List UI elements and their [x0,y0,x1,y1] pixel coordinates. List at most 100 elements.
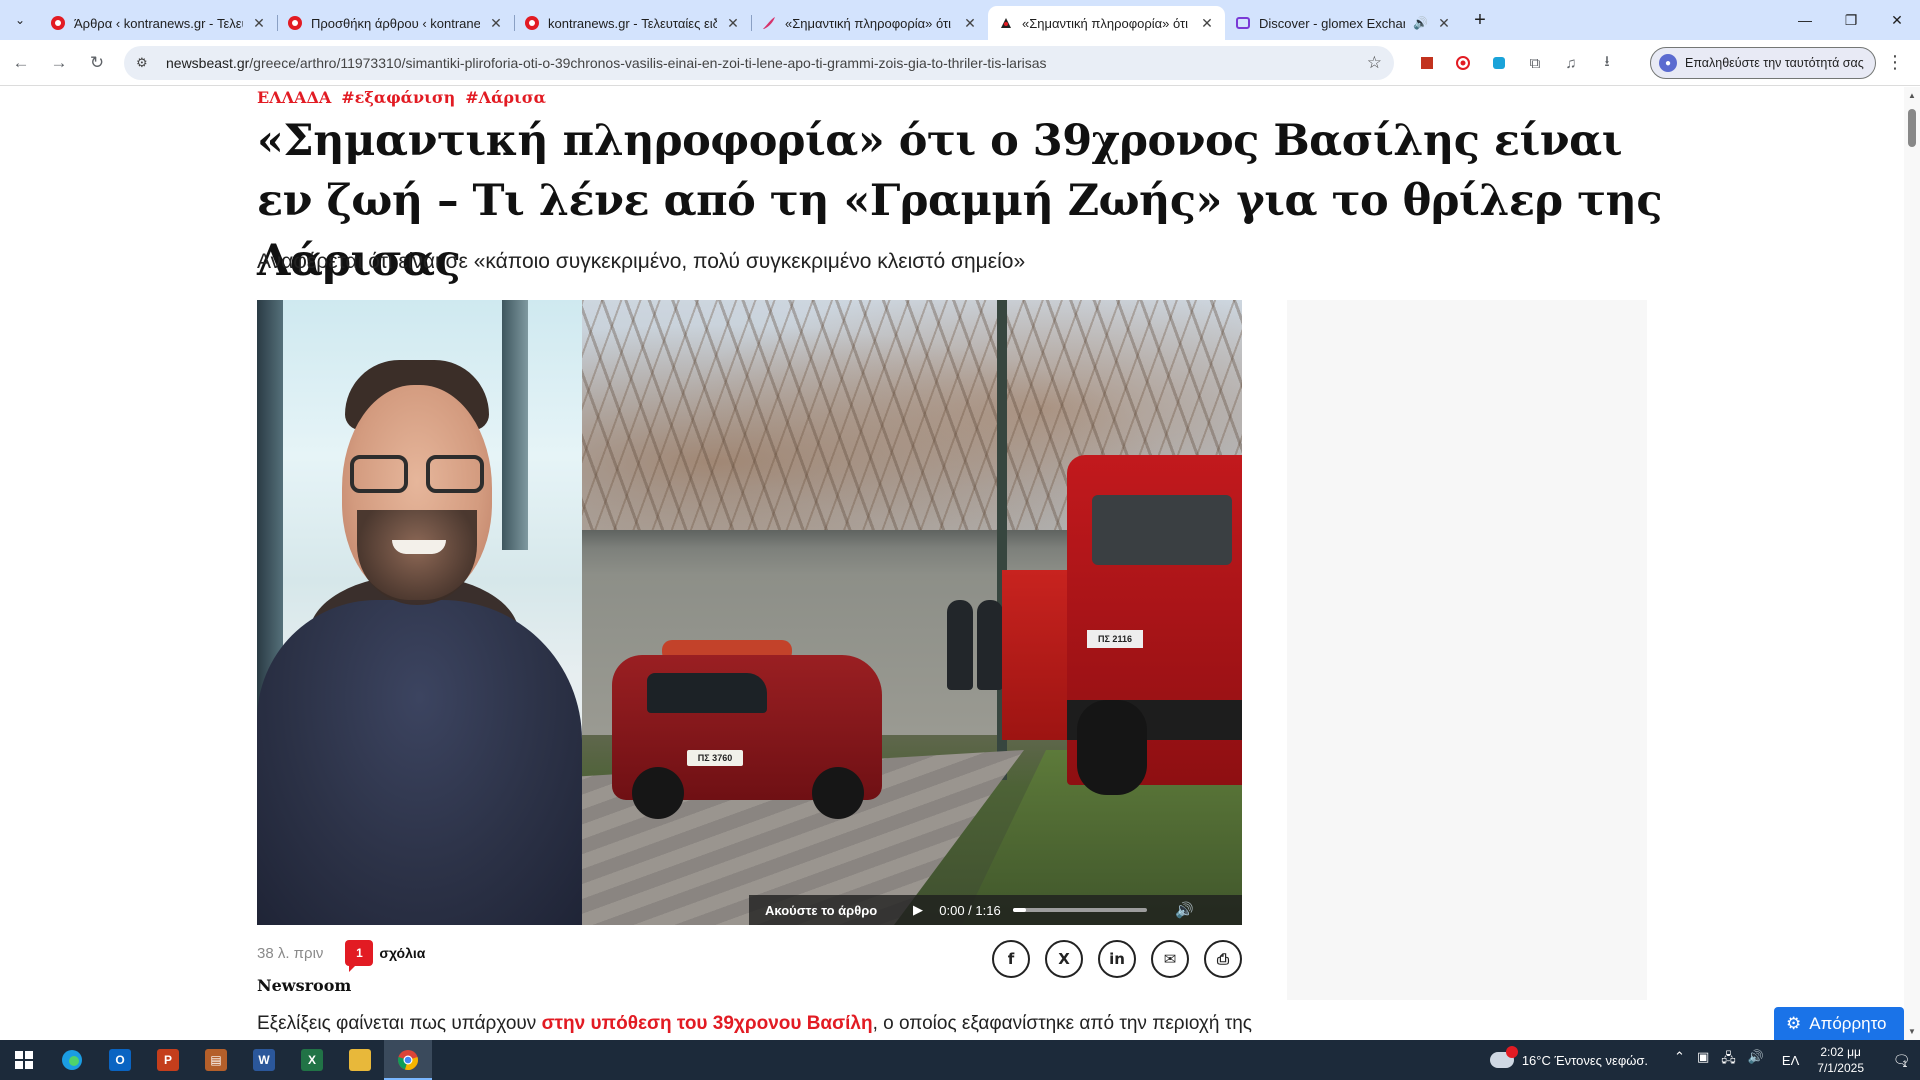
back-button[interactable]: ← [4,46,38,80]
puzzle-icon[interactable]: ⧉ [1520,48,1550,78]
tab-title: Άρθρα ‹ kontranews.gr - Τελευταίες [74,15,243,31]
fire-pickup: ΠΣ 3760 [612,655,882,819]
article-author[interactable]: Newsroom [257,976,351,995]
page-scrollbar[interactable]: ▲ ▼ [1904,87,1920,1040]
audio-label: Ακούστε το άρθρο [765,902,878,918]
close-icon[interactable]: ✕ [725,15,741,32]
reload-button[interactable]: ↻ [80,46,114,80]
tab-1[interactable]: Προσθήκη άρθρου ‹ kontranews.gr ✕ [277,6,514,40]
tab-5[interactable]: Discover - glomex Exchange 🔊 ✕ [1225,6,1462,40]
tab-title: «Σημαντική πληροφορία» ότι ο 39χρονος [1022,15,1191,31]
powerpoint-app[interactable]: P [144,1040,192,1080]
volume-icon[interactable]: 🔊 [1748,1049,1764,1071]
truck-plate: ΠΣ 2116 [1087,630,1143,648]
url-text[interactable]: newsbeast.gr/greece/arthro/11973310/sima… [154,55,1367,71]
comments-link[interactable]: σχόλια [379,945,425,961]
email-icon[interactable]: ✉ [1151,940,1189,978]
address-bar[interactable]: ⚙ newsbeast.gr/greece/arthro/11973310/si… [124,46,1394,80]
close-icon[interactable]: ✕ [962,15,978,32]
chrome-app[interactable] [384,1040,432,1080]
start-button[interactable] [0,1040,48,1080]
chevron-up-icon[interactable]: ⌃ [1674,1049,1685,1071]
restore-button[interactable]: ❐ [1828,0,1874,40]
language-indicator[interactable]: ΕΛ [1782,1053,1799,1068]
edge-app[interactable] [48,1040,96,1080]
bookmark-star-icon[interactable]: ☆ [1367,53,1382,73]
cloud-icon [1489,1046,1518,1068]
scroll-up-icon[interactable]: ▲ [1908,91,1916,100]
tab-4[interactable]: «Σημαντική πληροφορία» ότι ο 39χρονος ✕ [988,6,1225,40]
page-viewport: ΕΛΛΑΔΑ #εξαφάνιση #Λάρισα «Σημαντική πλη… [0,87,1904,1040]
minimize-icon: — [1798,12,1812,28]
pickup-plate: ΠΣ 3760 [687,750,743,766]
audio-progress-bar[interactable] [1013,908,1147,912]
tab-3[interactable]: «Σημαντική πληροφορία» ότι ο 39χρονος ✕ [751,6,988,40]
verify-identity-button[interactable]: ● Επαληθεύστε την ταυτότητά σας [1650,47,1876,79]
outlook-icon: O [109,1049,131,1071]
scrollbar-thumb[interactable] [1908,109,1916,147]
comments-count-badge[interactable]: 1 [345,940,374,972]
facebook-icon[interactable]: f [992,940,1030,978]
volume-icon[interactable]: 🔊 [1175,901,1194,919]
meet-icon[interactable]: ▣ [1697,1049,1709,1071]
window-controls: — ❐ ✕ [1782,0,1920,40]
file-explorer-app[interactable] [336,1040,384,1080]
powerpoint-icon: P [157,1049,179,1071]
x-twitter-icon[interactable]: X [1045,940,1083,978]
book-icon: ▤ [205,1049,227,1071]
url-domain: newsbeast.gr [166,55,250,71]
excel-app[interactable]: X [288,1040,336,1080]
tag-link[interactable]: #εξαφάνιση [341,88,455,107]
restore-icon: ❐ [1844,11,1858,28]
weather-widget[interactable]: 16°C Έντονες νεφώσ. [1489,1046,1648,1068]
close-window-button[interactable]: ✕ [1874,0,1920,40]
new-tab-button[interactable]: + [1466,6,1494,34]
tab-title: «Σημαντική πληροφορία» ότι ο 39χρονος [785,15,954,31]
close-icon[interactable]: ✕ [1436,15,1452,32]
share-buttons: f X in ✉ ⎙ [992,940,1242,978]
word-app[interactable]: W [240,1040,288,1080]
privacy-button[interactable]: ⚙ Απόρρητο [1774,1007,1904,1040]
ad-placeholder [1287,300,1647,1000]
tab-0[interactable]: Άρθρα ‹ kontranews.gr - Τελευταίες ✕ [40,6,277,40]
folder-icon [349,1049,371,1071]
book-app[interactable]: ▤ [192,1040,240,1080]
outlook-app[interactable]: O [96,1040,144,1080]
network-icon[interactable]: 🖧 [1721,1049,1736,1071]
minimize-button[interactable]: — [1782,0,1828,40]
privacy-label: Απόρρητο [1809,1013,1887,1033]
media-control-icon[interactable]: ♫ [1556,48,1586,78]
profile-icon: ● [1659,54,1677,72]
tab-search-button[interactable]: ⌄ [8,8,32,32]
forward-button[interactable]: → [42,46,76,80]
browser-toolbar: ← → ↻ ⚙ newsbeast.gr/greece/arthro/11973… [0,40,1920,86]
play-icon[interactable]: ▶ [905,902,931,918]
site-info-icon[interactable]: ⚙ [136,55,154,71]
close-icon[interactable]: ✕ [1199,15,1215,32]
download-icon[interactable]: ⭳ [1592,48,1622,78]
extension-icon[interactable] [1484,48,1514,78]
scroll-down-icon[interactable]: ▼ [1908,1027,1916,1036]
tag-link[interactable]: ΕΛΛΑΔΑ [257,88,331,107]
close-icon[interactable]: ✕ [488,15,504,32]
tab-title: Discover - glomex Exchange [1259,15,1405,31]
portrait-photo [257,300,582,925]
chrome-icon [398,1050,418,1070]
body-link[interactable]: στην υπόθεση του 39χρονου Βασίλη [542,1013,873,1034]
tag-link[interactable]: #Λάρισα [465,88,546,107]
notification-button[interactable]: 🗨 1 [1880,1040,1920,1080]
tab-strip: ⌄ Άρθρα ‹ kontranews.gr - Τελευταίες ✕ Π… [0,0,1920,40]
linkedin-icon[interactable]: in [1098,940,1136,978]
plus-icon: + [1474,8,1486,31]
extension-icon[interactable] [1412,48,1442,78]
clock[interactable]: 2:02 μμ 7/1/2025 [1817,1044,1864,1076]
close-icon[interactable]: ✕ [251,15,267,32]
record-icon[interactable] [1448,48,1478,78]
notification-count: 1 [1902,1059,1908,1069]
tabs: Άρθρα ‹ kontranews.gr - Τελευταίες ✕ Προ… [40,0,1494,40]
tab-2[interactable]: kontranews.gr - Τελευταίες ειδήσεις ✕ [514,6,751,40]
word-icon: W [253,1049,275,1071]
print-icon[interactable]: ⎙ [1204,940,1242,978]
speaker-icon[interactable]: 🔊 [1413,16,1428,30]
menu-icon[interactable]: ⋮ [1886,52,1904,73]
